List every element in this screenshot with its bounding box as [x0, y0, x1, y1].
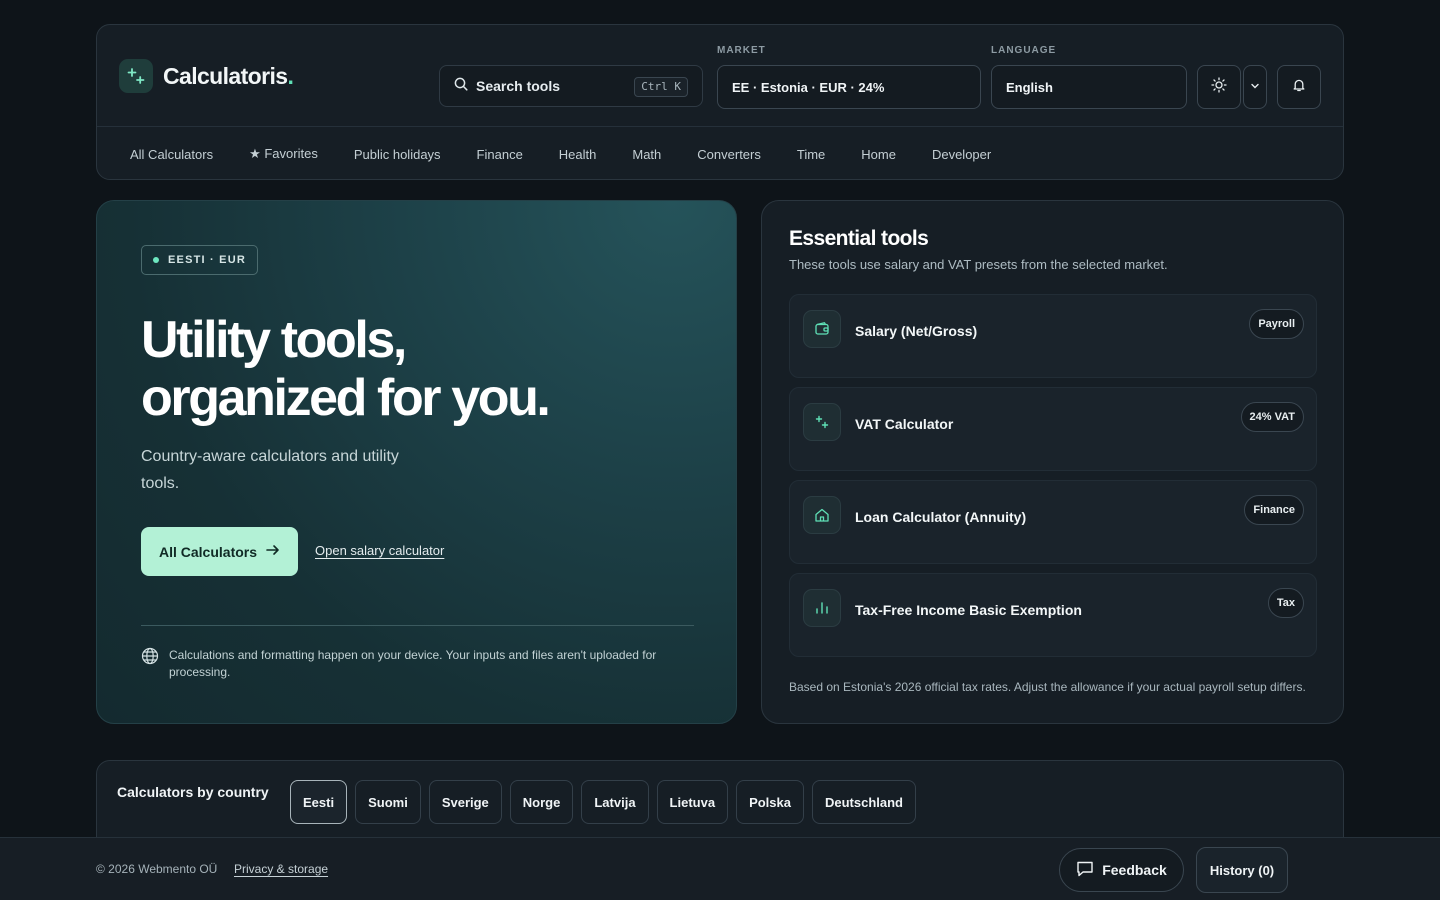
country-button-latvija[interactable]: Latvija — [581, 780, 649, 824]
tool-badge: Tax — [1267, 588, 1304, 618]
tax-rates-note: Based on Estonia's 2026 official tax rat… — [789, 680, 1306, 694]
open-salary-calculator-link[interactable]: Open salary calculator — [315, 543, 444, 558]
privacy-notice: Calculations and formatting happen on yo… — [141, 647, 669, 681]
nav-developer[interactable]: Developer — [932, 147, 991, 162]
arrow-right-icon — [266, 543, 280, 560]
market-pill-label: EESTI · EUR — [168, 254, 246, 266]
nav-finance[interactable]: Finance — [477, 147, 523, 162]
search-shortcut: Ctrl K — [634, 77, 688, 97]
language-select[interactable]: English — [991, 65, 1187, 109]
tool-badge: Payroll — [1249, 309, 1304, 339]
hero-title-line-1: Utility tools, — [141, 311, 407, 369]
copyright: © 2026 Webmento OÜ — [96, 862, 218, 876]
status-dot — [153, 257, 159, 263]
plus-minus-icon — [803, 403, 841, 441]
essential-tools-panel: Essential tools These tools use salary a… — [761, 200, 1344, 724]
nav-all-calculators[interactable]: All Calculators — [130, 147, 213, 162]
tool-badge: Finance — [1244, 495, 1304, 525]
tool-card-tax-free-income[interactable]: Tax-Free Income Basic Exemption Tax — [789, 573, 1317, 657]
country-list: Eesti Suomi Sverige Norge Latvija Lietuv… — [290, 780, 924, 824]
chat-bubble-icon — [1076, 860, 1094, 880]
essential-tools-subtitle: These tools use salary and VAT presets f… — [789, 257, 1168, 272]
search-input[interactable]: Search tools Ctrl K — [439, 65, 703, 107]
tool-card-loan[interactable]: Loan Calculator (Annuity) Finance — [789, 480, 1317, 564]
essential-tools-title: Essential tools — [789, 227, 929, 250]
tool-name: Tax-Free Income Basic Exemption — [855, 602, 1082, 618]
bar-chart-icon — [803, 589, 841, 627]
nav-time[interactable]: Time — [797, 147, 825, 162]
country-button-deutschland[interactable]: Deutschland — [811, 780, 916, 824]
nav-converters[interactable]: Converters — [697, 147, 761, 162]
wallet-icon — [803, 310, 841, 348]
country-button-lietuva[interactable]: Lietuva — [656, 780, 729, 824]
language-label: LANGUAGE — [991, 45, 1057, 56]
market-pill: EESTI · EUR — [141, 245, 258, 275]
feedback-button[interactable]: Feedback — [1059, 848, 1184, 892]
countries-title: Calculators by country — [117, 784, 269, 800]
nav-public-holidays[interactable]: Public holidays — [354, 147, 441, 162]
nav-math[interactable]: Math — [632, 147, 661, 162]
search-placeholder: Search tools — [476, 78, 561, 94]
brand-name: Calculatoris. — [163, 62, 294, 89]
plus-minus-icon — [119, 59, 153, 93]
country-button-suomi[interactable]: Suomi — [355, 780, 421, 824]
theme-menu-button[interactable] — [1243, 65, 1267, 109]
globe-icon — [141, 647, 159, 681]
brand-logo[interactable]: Calculatoris. — [119, 59, 294, 93]
home-icon — [803, 496, 841, 534]
category-nav: All Calculators ★ Favorites Public holid… — [97, 127, 1027, 181]
notifications-button[interactable] — [1277, 65, 1321, 109]
bell-icon — [1292, 78, 1306, 97]
chevron-down-icon — [1250, 78, 1260, 96]
all-calculators-button[interactable]: All Calculators — [141, 527, 298, 576]
search-icon — [454, 77, 468, 96]
tool-name: Loan Calculator (Annuity) — [855, 509, 1027, 525]
nav-favorites[interactable]: ★ Favorites — [249, 146, 318, 162]
nav-health[interactable]: Health — [559, 147, 597, 162]
site-footer: © 2026 Webmento OÜ Privacy & storage Fee… — [0, 837, 1440, 900]
hero-subtitle: Country-aware calculators and utility to… — [141, 448, 399, 492]
tool-card-vat[interactable]: VAT Calculator 24% VAT — [789, 387, 1317, 471]
feedback-label: Feedback — [1102, 862, 1167, 878]
country-button-polska[interactable]: Polska — [736, 780, 804, 824]
header-top-bar: Calculatoris. Search tools Ctrl K MARKET… — [97, 25, 1343, 127]
tool-card-salary[interactable]: Salary (Net/Gross) Payroll — [789, 294, 1317, 378]
privacy-text: Calculations and formatting happen on yo… — [169, 648, 657, 679]
tool-badge: 24% VAT — [1240, 402, 1304, 432]
hero-title-line-2: organized for you. — [141, 369, 551, 427]
country-button-eesti[interactable]: Eesti — [290, 780, 348, 824]
site-header: Calculatoris. Search tools Ctrl K MARKET… — [96, 24, 1344, 180]
hero-divider — [141, 625, 694, 626]
tool-name: Salary (Net/Gross) — [855, 323, 978, 339]
country-button-sverige[interactable]: Sverige — [428, 780, 502, 824]
privacy-storage-link[interactable]: Privacy & storage — [234, 862, 328, 876]
nav-home[interactable]: Home — [861, 147, 896, 162]
history-button[interactable]: History (0) — [1196, 847, 1288, 893]
page: Calculatoris. Search tools Ctrl K MARKET… — [0, 0, 1440, 900]
theme-toggle-button[interactable] — [1197, 65, 1241, 109]
market-label: MARKET — [717, 45, 766, 56]
hero-panel: EESTI · EUR Utility tools, organized for… — [96, 200, 737, 724]
hero-title: Utility tools, organized for you. — [141, 311, 701, 427]
tool-name: VAT Calculator — [855, 416, 954, 432]
sun-icon — [1211, 76, 1227, 98]
country-button-norge[interactable]: Norge — [509, 780, 574, 824]
market-select[interactable]: EE · Estonia · EUR · 24% — [717, 65, 981, 109]
all-calculators-button-label: All Calculators — [158, 543, 258, 560]
